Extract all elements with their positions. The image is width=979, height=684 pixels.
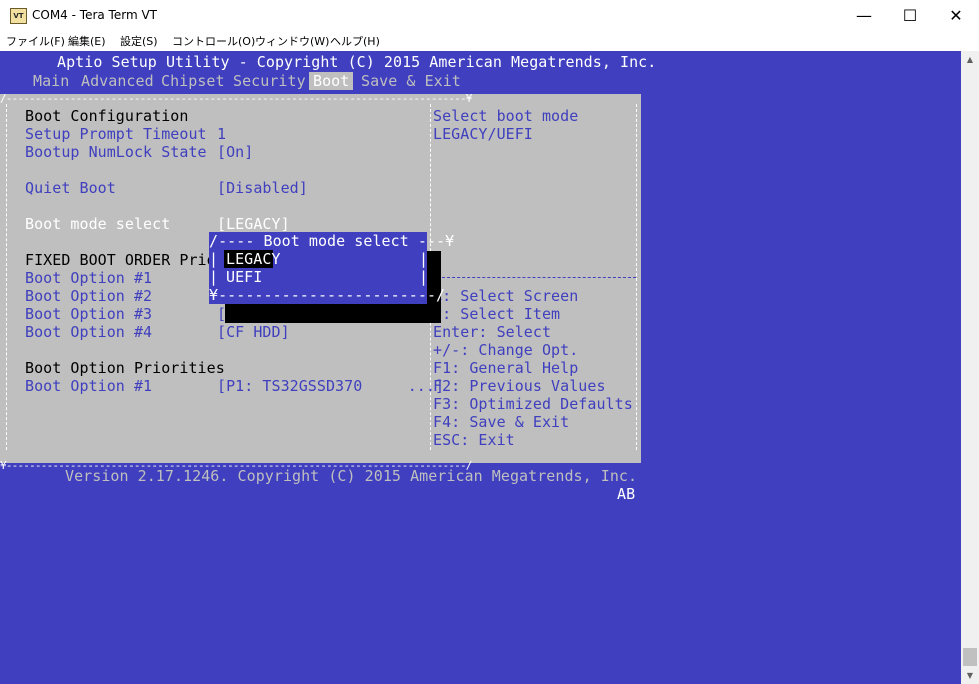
- menu-file[interactable]: ファイル(F): [6, 33, 65, 49]
- popup-border-bottom: ¥------------------------/: [209, 286, 446, 304]
- tab-chipset[interactable]: Chipset: [161, 72, 225, 90]
- help-text-line-2: LEGACY/UEFI: [433, 125, 533, 143]
- panel-border-left: [6, 104, 9, 450]
- key-select-item: v: Select Item: [433, 305, 561, 323]
- menu-edit[interactable]: 編集(E): [68, 33, 106, 49]
- fixed-boot-order-heading: FIXED BOOT ORDER Priori: [25, 251, 234, 269]
- popup-border-right-2: |: [419, 268, 429, 286]
- minimize-button[interactable]: —: [841, 0, 887, 31]
- tab-boot[interactable]: Boot: [313, 72, 349, 90]
- bootup-numlock-label[interactable]: Bootup NumLock State: [25, 143, 207, 161]
- priority-boot-option-1-value[interactable]: [P1: TS32GSSD370 ...]: [217, 377, 444, 395]
- popup-border-left-2: |: [209, 268, 219, 286]
- maximize-button[interactable]: ☐: [887, 0, 933, 31]
- bios-header: Aptio Setup Utility - Copyright (C) 2015…: [57, 53, 657, 71]
- popup-border-left-1: |: [209, 250, 219, 268]
- vertical-scrollbar[interactable]: ▲ ▼: [961, 51, 979, 684]
- popup-option-uefi[interactable]: UEFI: [226, 268, 262, 286]
- popup-border-top: /---- Boot mode select ---¥: [209, 232, 455, 250]
- popup-option-legacy[interactable]: LEGACY: [226, 250, 281, 268]
- version-line: Version 2.17.1246. Copyright (C) 2015 Am…: [65, 467, 638, 485]
- tab-security[interactable]: Security: [233, 72, 306, 90]
- tab-advanced[interactable]: Advanced: [81, 72, 154, 90]
- boot-option-priorities-heading: Boot Option Priorities: [25, 359, 225, 377]
- boot-mode-select-label[interactable]: Boot mode select: [25, 215, 170, 233]
- panel-border-top: /---------------------------------------…: [0, 92, 472, 105]
- window-title: COM4 - Tera Term VT: [32, 8, 157, 22]
- key-change-opt: +/-: Change Opt.: [433, 341, 579, 359]
- key-enter: Enter: Select: [433, 323, 552, 341]
- status-ab: AB: [617, 485, 636, 503]
- boot-configuration-heading: Boot Configuration: [25, 107, 189, 125]
- scroll-up-icon[interactable]: ▲: [961, 51, 979, 68]
- help-text-line-1: Select boot mode: [433, 107, 579, 125]
- setup-prompt-timeout-value[interactable]: 1: [217, 125, 226, 143]
- menu-setup[interactable]: 設定(S): [120, 33, 158, 49]
- menu-window[interactable]: ウィンドウ(W): [255, 33, 329, 49]
- key-select-screen: <: Select Screen: [433, 287, 579, 305]
- menu-help[interactable]: ヘルプ(H): [330, 33, 380, 49]
- boot-option-4-value[interactable]: [CF HDD]: [217, 323, 290, 341]
- quiet-boot-label[interactable]: Quiet Boot: [25, 179, 116, 197]
- menu-bar: ファイル(F) 編集(E) 設定(S) コントロール(O) ウィンドウ(W) ヘ…: [0, 31, 979, 51]
- boot-mode-select-value[interactable]: [LEGACY]: [217, 215, 290, 233]
- tab-main[interactable]: Main: [33, 72, 69, 90]
- terminal-screen[interactable]: Aptio Setup Utility - Copyright (C) 2015…: [0, 51, 961, 684]
- tab-save-exit[interactable]: Save & Exit: [361, 72, 461, 90]
- key-f2: F2: Previous Values: [433, 377, 606, 395]
- key-f1: F1: General Help: [433, 359, 579, 377]
- tera-term-icon: VT: [10, 8, 27, 24]
- boot-option-4-label[interactable]: Boot Option #4: [25, 323, 152, 341]
- boot-option-2-label[interactable]: Boot Option #2: [25, 287, 152, 305]
- menu-control[interactable]: コントロール(O): [172, 33, 255, 49]
- key-f3: F3: Optimized Defaults: [433, 395, 633, 413]
- setup-prompt-timeout-label[interactable]: Setup Prompt Timeout: [25, 125, 207, 143]
- popup-shadow-bottom: [225, 304, 441, 323]
- key-esc: ESC: Exit: [433, 431, 515, 449]
- title-bar: VT COM4 - Tera Term VT — ☐ ✕: [0, 0, 979, 32]
- boot-option-1-label[interactable]: Boot Option #1: [25, 269, 152, 287]
- popup-border-right-1: |: [419, 250, 429, 268]
- scroll-down-icon[interactable]: ▼: [961, 667, 979, 684]
- quiet-boot-value[interactable]: [Disabled]: [217, 179, 308, 197]
- panel-border-right: [636, 104, 639, 450]
- boot-option-3-label[interactable]: Boot Option #3: [25, 305, 152, 323]
- scrollbar-thumb[interactable]: [963, 648, 977, 666]
- priority-boot-option-1-label[interactable]: Boot Option #1: [25, 377, 152, 395]
- key-f4: F4: Save & Exit: [433, 413, 570, 431]
- bootup-numlock-value[interactable]: [On]: [217, 143, 253, 161]
- close-button[interactable]: ✕: [933, 0, 979, 31]
- help-divider: [432, 277, 636, 278]
